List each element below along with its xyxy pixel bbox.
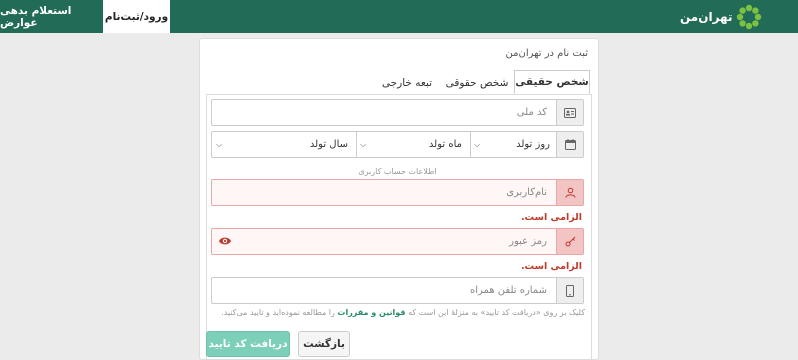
back-button[interactable]: بازگشت: [298, 331, 350, 357]
eye-icon[interactable]: [218, 235, 232, 250]
birth-year-select[interactable]: سال تولد ⌵: [212, 132, 356, 157]
select-divider: [356, 132, 357, 157]
chevron-down-icon: ⌵: [474, 139, 481, 149]
tab-natural-person[interactable]: شخص حقیقی: [514, 70, 590, 94]
national-code-field[interactable]: کد ملی: [211, 99, 584, 126]
birth-day-select[interactable]: روز تولد ⌵: [470, 132, 558, 157]
id-card-icon: [556, 100, 583, 125]
card-title: ثبت نام در تهران‌من: [505, 48, 588, 59]
logo-text: تهران‌من: [680, 9, 733, 24]
get-verification-code-button[interactable]: دریافت کد تایید: [206, 331, 290, 357]
national-code-placeholder: کد ملی: [516, 107, 547, 118]
calendar-icon: [556, 132, 583, 157]
terms-text-after: را مطالعه نموده‌اید و تایید می‌کنید.: [221, 308, 335, 317]
mobile-phone-icon: [556, 278, 583, 303]
tab-foreign-national[interactable]: تبعه خارجی: [375, 70, 439, 94]
password-error: الزامی است.: [520, 261, 582, 272]
terms-link[interactable]: قوانین و مقررات: [337, 308, 405, 317]
chevron-down-icon: ⌵: [216, 139, 223, 149]
mobile-number-placeholder: شماره تلفن همراه: [470, 285, 547, 296]
logo[interactable]: تهران‌من: [680, 4, 762, 29]
birth-month-select[interactable]: ماه تولد ⌵: [356, 132, 470, 157]
username-field[interactable]: نام‌کاربری: [211, 179, 584, 206]
terms-text-before: کلیک بر روی «دریافت کد تایید» به منزلهٔ …: [408, 308, 585, 317]
password-field[interactable]: رمز عبور: [211, 228, 584, 255]
key-icon: [556, 229, 583, 254]
tab-legal-person[interactable]: شخص حقوقی: [440, 70, 514, 94]
account-info-label: اطلاعات حساب کاربری: [358, 167, 437, 176]
nav-login-register[interactable]: ورود/ثبت‌نام: [103, 0, 170, 33]
terms-notice: کلیک بر روی «دریافت کد تایید» به منزلهٔ …: [205, 308, 585, 317]
birth-year-value: سال تولد: [309, 139, 348, 150]
birth-date-field: روز تولد ⌵ ماه تولد ⌵ سال تولد ⌵: [211, 131, 584, 158]
top-navbar: استعلام بدهی عوارض ورود/ثبت‌نام تهران‌من: [0, 0, 798, 33]
password-placeholder: رمز عبور: [509, 236, 547, 247]
birth-day-value: روز تولد: [516, 139, 550, 150]
user-icon: [556, 180, 583, 205]
username-placeholder: نام‌کاربری: [506, 187, 547, 198]
username-error: الزامی است.: [520, 212, 582, 223]
mobile-number-field[interactable]: شماره تلفن همراه: [211, 277, 584, 304]
birth-month-value: ماه تولد: [428, 139, 462, 150]
chevron-down-icon: ⌵: [360, 139, 367, 149]
nav-debt-inquiry[interactable]: استعلام بدهی عوارض: [0, 0, 103, 33]
select-divider: [470, 132, 471, 157]
tehranman-logo-icon: [737, 4, 762, 29]
